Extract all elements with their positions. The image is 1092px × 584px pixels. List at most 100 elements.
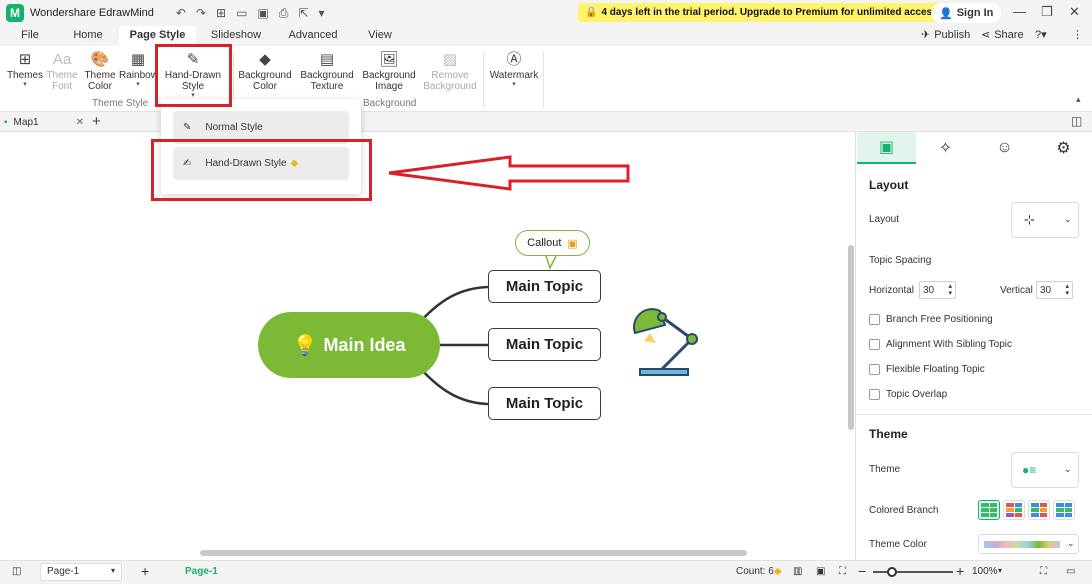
theme-color-label: Theme Color [869,539,927,550]
tab-file[interactable]: File [10,26,50,46]
checkbox-box[interactable] [869,339,880,350]
rainbow-button[interactable]: ▦ Rainbow ▾ [119,50,158,89]
main-topic-node[interactable]: Main Topic [488,328,601,361]
publish-button[interactable]: ✈ Publish [921,28,970,42]
toggle-panel-icon[interactable]: ◫ [1071,114,1082,128]
remove-background-button[interactable]: ▨ Remove Background [421,50,479,92]
zoom-out-icon[interactable]: − [858,563,866,579]
undo-icon[interactable]: ↶ [176,6,186,20]
theme-font-button[interactable]: Aa Theme Font [45,50,79,92]
colored-branch-option[interactable] [1003,500,1025,520]
fullscreen-icon[interactable]: ⛶ [839,566,846,577]
tab-advanced[interactable]: Advanced [283,26,343,46]
tab-home[interactable]: Home [64,26,112,46]
add-tab-icon[interactable]: + [92,113,101,130]
vertical-value: 30 [1040,284,1052,296]
theme-label: Theme [869,464,901,475]
annotation-arrow [388,155,630,191]
zoom-in-icon[interactable]: + [956,563,964,579]
page-format-tab-icon[interactable]: ▣ [857,132,916,164]
more-icon[interactable]: ⋮ [1072,28,1083,41]
main-idea-node[interactable]: 💡 Main Idea [258,312,440,378]
colored-branch-option[interactable] [978,500,1000,520]
fit-width-icon[interactable]: ▣ [816,566,825,577]
share-button[interactable]: ⋖ Share [981,28,1024,42]
sidebar-toggle-icon[interactable]: ◫ [12,566,21,577]
export-icon[interactable]: ⇱ [298,6,308,20]
emoji-tab-icon[interactable]: ☺ [975,132,1034,164]
background-image-label-2: Image [375,81,403,92]
status-bar: ◫ Page-1 ▾ + Page-1 Count: 6 ◆ ▥ ▣ ⛶ − +… [0,560,1092,584]
checkbox-label: Alignment With Sibling Topic [886,339,1012,350]
vertical-spacing-input[interactable]: 30 ▴ ▾ [1036,281,1073,299]
present-icon[interactable]: ▭ [1066,566,1075,577]
zoom-slider-handle[interactable] [887,567,897,577]
chevron-down-icon[interactable]: ▾ [998,566,1002,575]
checkbox-box[interactable] [869,389,880,400]
branch-free-positioning-checkbox[interactable]: Branch Free Positioning [869,314,993,325]
zoom-slider[interactable] [873,571,953,573]
checkbox-box[interactable] [869,364,880,375]
minimize-icon[interactable]: — [1013,4,1026,19]
background-image-button[interactable]: 🖼 Background Image [360,50,418,92]
background-color-label-1: Background [238,70,292,81]
close-tab-icon[interactable]: ✕ [76,117,84,128]
help-icon[interactable]: ?▾ [1035,28,1047,41]
settings-tab-icon[interactable]: ⚙ [1034,132,1092,164]
theme-select[interactable]: ●≡ ⌄ [1011,452,1079,488]
customize-dropdown-icon[interactable]: ▾ [318,6,324,20]
main-topic-node[interactable]: Main Topic [488,387,601,420]
checkbox-box[interactable] [869,314,880,325]
background-color-label-2: Color [253,81,277,92]
save-icon[interactable]: ▣ [257,6,268,20]
topic-overlap-checkbox[interactable]: Topic Overlap [869,389,947,400]
chevron-down-icon: ⌄ [1064,464,1072,474]
new-file-icon[interactable]: ⊞ [216,6,226,20]
trial-banner[interactable]: 🔒 4 days left in the trial period. Upgra… [578,3,948,22]
add-page-icon[interactable]: + [141,563,149,579]
watermark-button[interactable]: Ⓐ Watermark ▾ [488,50,540,89]
vertical-scrollbar[interactable] [848,245,854,430]
callout-node[interactable]: Callout ▣ [515,230,590,256]
stepper-icon[interactable]: ▴ ▾ [948,283,952,297]
premium-icon: ◆ [774,566,782,577]
layout-select[interactable]: ⊹ ⌄ [1011,202,1079,238]
horizontal-spacing-input[interactable]: 30 ▴ ▾ [919,281,956,299]
chevron-down-icon: ⌄ [1064,214,1072,224]
page-tab[interactable]: Page-1 [185,566,218,577]
page-select[interactable]: Page-1 ▾ [40,563,122,581]
stepper-icon[interactable]: ▴ ▾ [1065,283,1069,297]
main-topic-label: Main Topic [505,278,584,295]
watermark-icon: Ⓐ [506,51,522,68]
alignment-with-sibling-checkbox[interactable]: Alignment With Sibling Topic [869,339,1012,350]
zoom-level[interactable]: 100% [972,566,998,577]
print-icon[interactable]: ⎙ [279,6,289,21]
themes-button[interactable]: ⊞ Themes ▾ [5,50,45,89]
horizontal-scrollbar[interactable] [200,550,747,556]
flexible-floating-topic-checkbox[interactable]: Flexible Floating Topic [869,364,985,375]
colored-branch-option[interactable] [1053,500,1075,520]
open-folder-icon[interactable]: ▭ [236,6,247,20]
fullscreen-mode-icon[interactable]: ⛶ [1040,566,1047,577]
theme-color-select[interactable]: ⌄ [978,534,1079,554]
restore-icon[interactable]: ❐ [1041,4,1053,20]
pen-icon: ✎ [183,122,192,133]
background-color-button[interactable]: ◆ Background Color [237,50,293,92]
theme-color-button[interactable]: 🎨 Theme Color [82,50,118,92]
close-icon[interactable]: ✕ [1069,4,1080,20]
tab-page-style[interactable]: Page Style [119,26,196,46]
redo-icon[interactable]: ↷ [196,6,206,20]
tab-view[interactable]: View [360,26,400,46]
main-topic-node[interactable]: Main Topic [488,270,601,303]
section-divider [856,414,1092,415]
document-tab[interactable]: ▪ Map1 ✕ [4,112,84,132]
callout-label: Callout [527,237,562,249]
desk-lamp-illustration [633,308,698,376]
ai-sparkle-tab-icon[interactable]: ✧ [916,132,975,164]
colored-branch-option[interactable] [1028,500,1050,520]
fit-page-icon[interactable]: ▥ [793,566,802,577]
sign-in-button[interactable]: 👤 Sign In [931,3,1002,23]
tab-slideshow[interactable]: Slideshow [206,26,266,46]
background-texture-button[interactable]: ▤ Background Texture [298,50,356,92]
collapse-ribbon-icon[interactable]: ▴ [1076,94,1081,105]
